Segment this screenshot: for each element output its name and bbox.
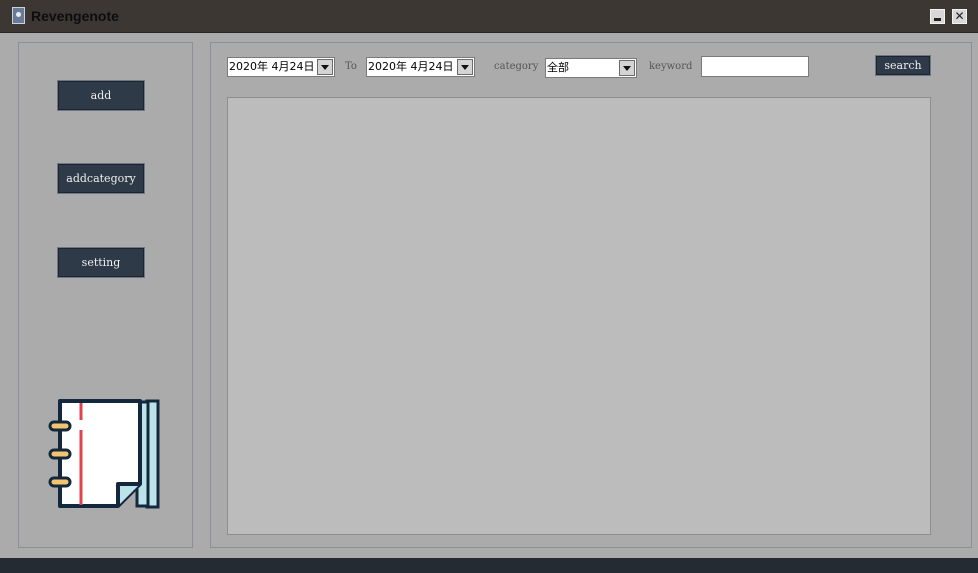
date-to-picker[interactable]: 2020年 4月24日: [366, 57, 475, 77]
window-title: Revengenote: [31, 8, 119, 24]
add-button[interactable]: add: [57, 80, 145, 111]
date-from-value: 2020年 4月24日: [229, 60, 315, 73]
notes-list[interactable]: [227, 97, 931, 535]
close-button[interactable]: ✕: [952, 9, 967, 24]
search-button[interactable]: search: [875, 55, 931, 76]
taskbar: [0, 558, 978, 573]
category-select[interactable]: 全部: [545, 58, 637, 78]
to-label: To: [345, 61, 357, 72]
minimize-button[interactable]: [930, 9, 945, 24]
setting-button[interactable]: setting: [57, 247, 145, 278]
title-bar[interactable]: Revengenote ✕: [0, 0, 978, 33]
notebook-illustration-icon: [48, 399, 160, 509]
close-icon: ✕: [954, 9, 965, 23]
date-from-picker[interactable]: 2020年 4月24日: [227, 57, 335, 77]
chevron-down-icon[interactable]: [317, 59, 333, 75]
main-window: Revengenote ✕ add addcategory setting 20…: [0, 0, 978, 573]
category-label: category: [494, 61, 539, 72]
category-value: 全部: [547, 61, 569, 74]
date-to-value: 2020年 4月24日: [368, 60, 454, 73]
add-category-button[interactable]: addcategory: [57, 163, 145, 194]
keyword-label: keyword: [649, 61, 693, 72]
chevron-down-icon[interactable]: [619, 60, 635, 76]
notebook-icon: [12, 7, 25, 24]
keyword-input[interactable]: [701, 56, 809, 77]
chevron-down-icon[interactable]: [457, 59, 473, 75]
